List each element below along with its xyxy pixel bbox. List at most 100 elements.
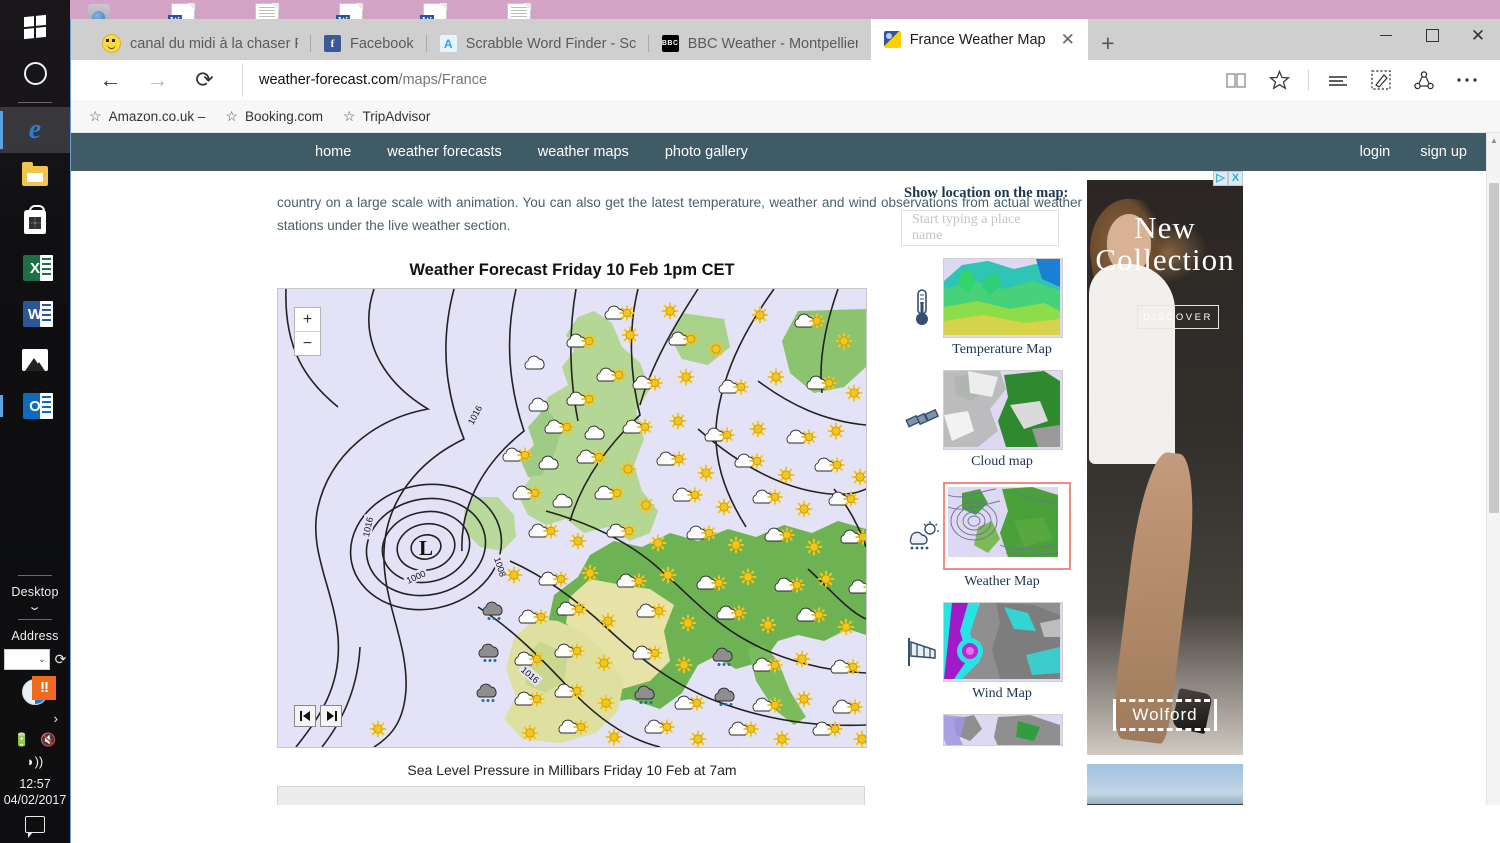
ad-controls: ▷ X [1213, 171, 1243, 186]
tab-france-weather-map[interactable]: France Weather Map ✕ [870, 19, 1088, 60]
reload-button[interactable]: ⟳ [183, 63, 226, 97]
taskbar-item-outlook[interactable]: O [0, 383, 70, 429]
new-tab-button[interactable]: + [1088, 27, 1128, 60]
sidebar-label-cloud[interactable]: Cloud map [943, 454, 1061, 470]
tray-divider-mid [18, 619, 52, 620]
start-button[interactable] [0, 4, 70, 50]
sidebar-item-rain-map[interactable] [901, 714, 1087, 746]
cortana-search-button[interactable] [0, 50, 70, 96]
hub-icon[interactable] [1318, 63, 1358, 97]
sidebar-label-temperature[interactable]: Temperature Map [943, 342, 1061, 358]
back-button[interactable]: ← [89, 63, 132, 97]
close-tab-icon[interactable]: ✕ [1061, 30, 1075, 50]
map-type-sidebar: Show location on the map: Start typing a… [901, 171, 1087, 805]
chevron-down-icon[interactable]: ⌄ [28, 602, 43, 613]
timeline-slider[interactable] [277, 786, 865, 805]
ad-headline-line1: New [1134, 210, 1196, 245]
web-note-icon[interactable] [1361, 63, 1401, 97]
taskbar-item-excel[interactable]: X [0, 245, 70, 291]
sidebar-item-cloud-map[interactable]: Cloud map [901, 370, 1087, 470]
toolbar-address-label[interactable]: Address [11, 626, 58, 646]
ad-banner[interactable]: ▷ X New Collection DISCOVER Wolford [1087, 171, 1243, 755]
sidebar-label-wind[interactable]: Wind Map [943, 686, 1061, 702]
sidebar-item-wind-map[interactable]: Wind Map [901, 602, 1087, 702]
system-tray: Desktop ⌄ Address ⌄ ⟳ !! › 🔋 🔇 ◗)) 12:57 [0, 569, 70, 843]
word-icon: W [23, 301, 53, 327]
tray-show-hidden-button[interactable]: › [12, 711, 58, 726]
facebook-icon: f [324, 35, 341, 52]
nav-weather-forecasts[interactable]: weather forecasts [387, 144, 501, 160]
page-scrollbar[interactable]: ▲ [1486, 133, 1500, 805]
nav-home[interactable]: home [315, 144, 351, 160]
bbc-icon: BBC [661, 35, 679, 52]
address-toolbar-box[interactable]: ⌄ ⟳ [3, 649, 67, 670]
place-search-input[interactable]: Start typing a place name [901, 210, 1059, 246]
refresh-icon[interactable]: ⟳ [55, 651, 67, 668]
sidebar-item-weather-map[interactable]: Weather Map [901, 482, 1087, 590]
thumbnail-image-rain[interactable] [943, 714, 1063, 746]
ad-close-icon[interactable]: X [1228, 171, 1243, 186]
previous-frame-button[interactable] [294, 705, 316, 727]
thumbnail-image-cloud[interactable] [943, 370, 1063, 450]
thumbnail-image-weather[interactable] [943, 482, 1071, 570]
map-zoom-controls: + − [294, 307, 321, 356]
reading-view-icon[interactable] [1216, 63, 1256, 97]
folder-icon [22, 162, 48, 186]
tab-scrabble-word-finder[interactable]: A Scrabble Word Finder - Scra [427, 27, 649, 60]
action-center-icon[interactable] [25, 816, 45, 838]
thumbnail-image-wind[interactable] [943, 602, 1063, 682]
favorites-star-icon[interactable] [1259, 63, 1299, 97]
map-caption: Sea Level Pressure in Millibars Friday 1… [407, 762, 737, 778]
address-bar[interactable]: weather-forecast.com/maps/France [242, 63, 1212, 97]
tab-facebook[interactable]: f Facebook [311, 27, 427, 60]
nav-weather-maps[interactable]: weather maps [538, 144, 629, 160]
zoom-out-button[interactable]: − [295, 332, 320, 355]
ad-image[interactable]: New Collection DISCOVER Wolford [1087, 180, 1243, 755]
close-window-button[interactable]: ✕ [1455, 19, 1500, 52]
taskbar-item-word[interactable]: W [0, 291, 70, 337]
favorite-tripadvisor[interactable]: ☆ TripAdvisor [343, 108, 430, 125]
more-icon[interactable] [1447, 63, 1487, 97]
favorite-label: TripAdvisor [362, 108, 431, 124]
ad-discover-button[interactable]: DISCOVER [1137, 305, 1219, 329]
scrollbar-thumb[interactable] [1489, 183, 1499, 513]
secondary-ad-image[interactable] [1087, 764, 1243, 805]
screen: W W W e X W O [0, 0, 1500, 843]
tab-canal-du-midi[interactable]: canal du midi à la chaser Fe [89, 27, 311, 60]
taskbar-item-file-explorer[interactable] [0, 153, 70, 199]
battery-icon[interactable]: 🔋 [14, 732, 30, 748]
forward-button[interactable]: → [136, 63, 179, 97]
zoom-in-button[interactable]: + [295, 308, 320, 332]
weather-icon [883, 31, 901, 48]
favorite-booking[interactable]: ☆ Booking.com [225, 108, 323, 125]
thumbnail-image-temperature[interactable] [943, 258, 1063, 338]
sidebar-item-temperature-map[interactable]: Temperature Map [901, 258, 1087, 358]
weather-map[interactable]: L 1016 1016 1008 1000 1016 + − [277, 288, 867, 748]
taskbar-item-photos[interactable] [0, 337, 70, 383]
maximize-button[interactable] [1409, 19, 1455, 52]
star-icon: ☆ [89, 107, 102, 124]
toolbar-desktop-label[interactable]: Desktop [11, 582, 58, 602]
next-frame-button[interactable] [320, 705, 342, 727]
nav-sign-up[interactable]: sign up [1420, 144, 1467, 160]
thermometer-icon [901, 288, 943, 328]
scrabble-icon: A [439, 35, 457, 52]
action-center-alert-icon[interactable]: !! [12, 676, 58, 708]
favorite-amazon[interactable]: ☆ Amazon.co.uk – [89, 108, 205, 125]
tab-bbc-weather[interactable]: BBC BBC Weather - Montpellier- [649, 27, 871, 60]
nav-photo-gallery[interactable]: photo gallery [665, 144, 748, 160]
taskbar-item-microsoft-edge[interactable]: e [0, 107, 70, 153]
browser-window: canal du midi à la chaser Fe f Facebook … [70, 19, 1500, 843]
favorite-label: Booking.com [244, 108, 323, 124]
share-icon[interactable] [1404, 63, 1444, 97]
sidebar-label-weather[interactable]: Weather Map [943, 574, 1061, 590]
minimize-button[interactable] [1363, 19, 1409, 52]
wifi-icon[interactable]: ◗)) [27, 754, 44, 769]
volume-muted-icon[interactable]: 🔇 [40, 732, 56, 748]
scroll-up-arrow-icon[interactable]: ▲ [1487, 133, 1500, 147]
nav-login[interactable]: login [1360, 144, 1391, 160]
clock[interactable]: 12:57 04/02/2017 [4, 772, 67, 808]
ad-info-icon[interactable]: ▷ [1213, 171, 1228, 186]
address-input[interactable]: ⌄ [3, 649, 50, 670]
taskbar-item-microsoft-store[interactable] [0, 199, 70, 245]
